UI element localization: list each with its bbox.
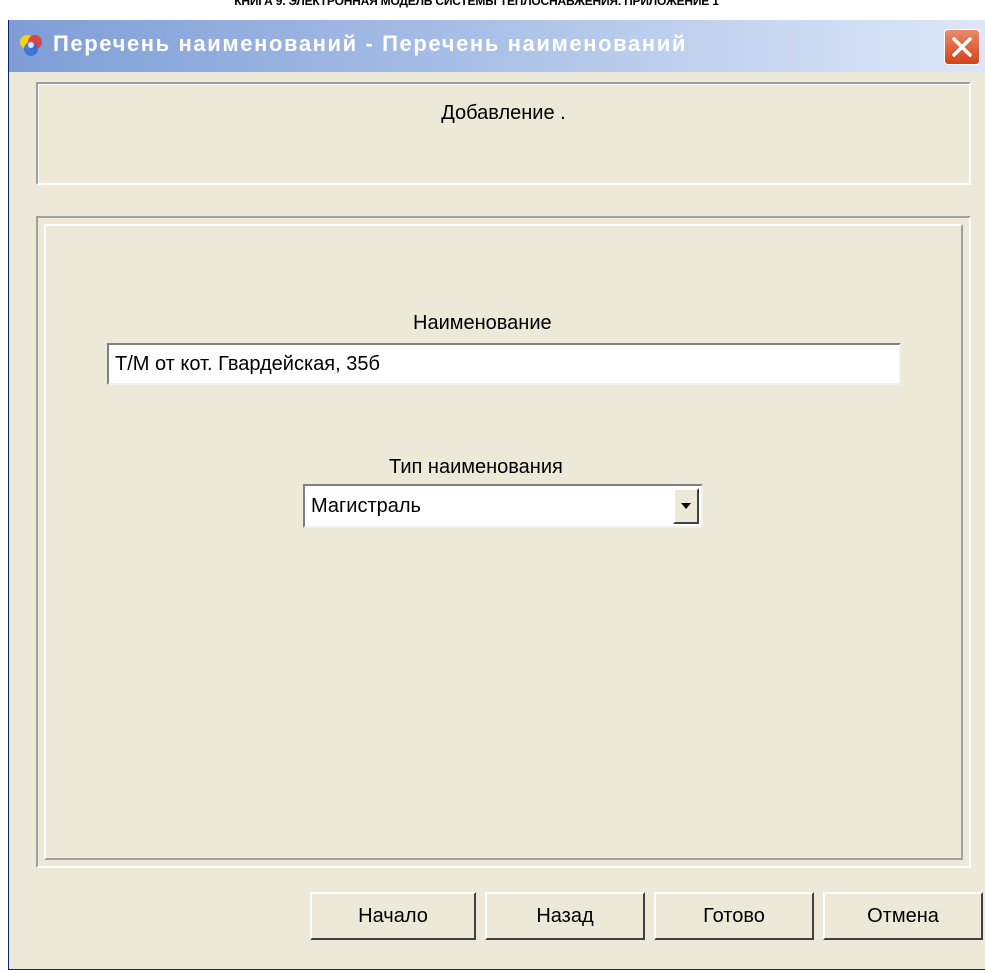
type-select[interactable]: Магистраль bbox=[303, 484, 703, 528]
start-button[interactable]: Начало bbox=[310, 892, 476, 940]
type-label: Тип наименования bbox=[389, 456, 563, 478]
close-icon bbox=[952, 37, 972, 57]
color-circles-icon bbox=[18, 32, 44, 58]
info-text: Добавление . bbox=[441, 102, 566, 124]
close-button[interactable] bbox=[944, 29, 980, 65]
type-select-value: Магистраль bbox=[311, 495, 421, 517]
done-button[interactable]: Готово bbox=[654, 892, 814, 940]
back-button[interactable]: Назад bbox=[485, 892, 645, 940]
window-title: Перечень наименований - Перечень наимено… bbox=[53, 31, 687, 56]
dropdown-button[interactable] bbox=[673, 488, 699, 524]
dialog-window: Перечень наименований - Перечень наимено… bbox=[8, 20, 985, 970]
document-header: КНИГА 9. ЭЛЕКТРОННАЯ МОДЕЛЬ СИСТЕМЫ ТЕПЛ… bbox=[234, 0, 719, 8]
title-bar[interactable]: Перечень наименований - Перечень наимено… bbox=[9, 20, 985, 72]
cancel-button[interactable]: Отмена bbox=[823, 892, 983, 940]
name-input[interactable] bbox=[107, 343, 901, 385]
info-panel: Добавление . bbox=[36, 82, 971, 185]
chevron-down-icon bbox=[681, 503, 691, 509]
name-label: Наименование bbox=[413, 312, 552, 334]
